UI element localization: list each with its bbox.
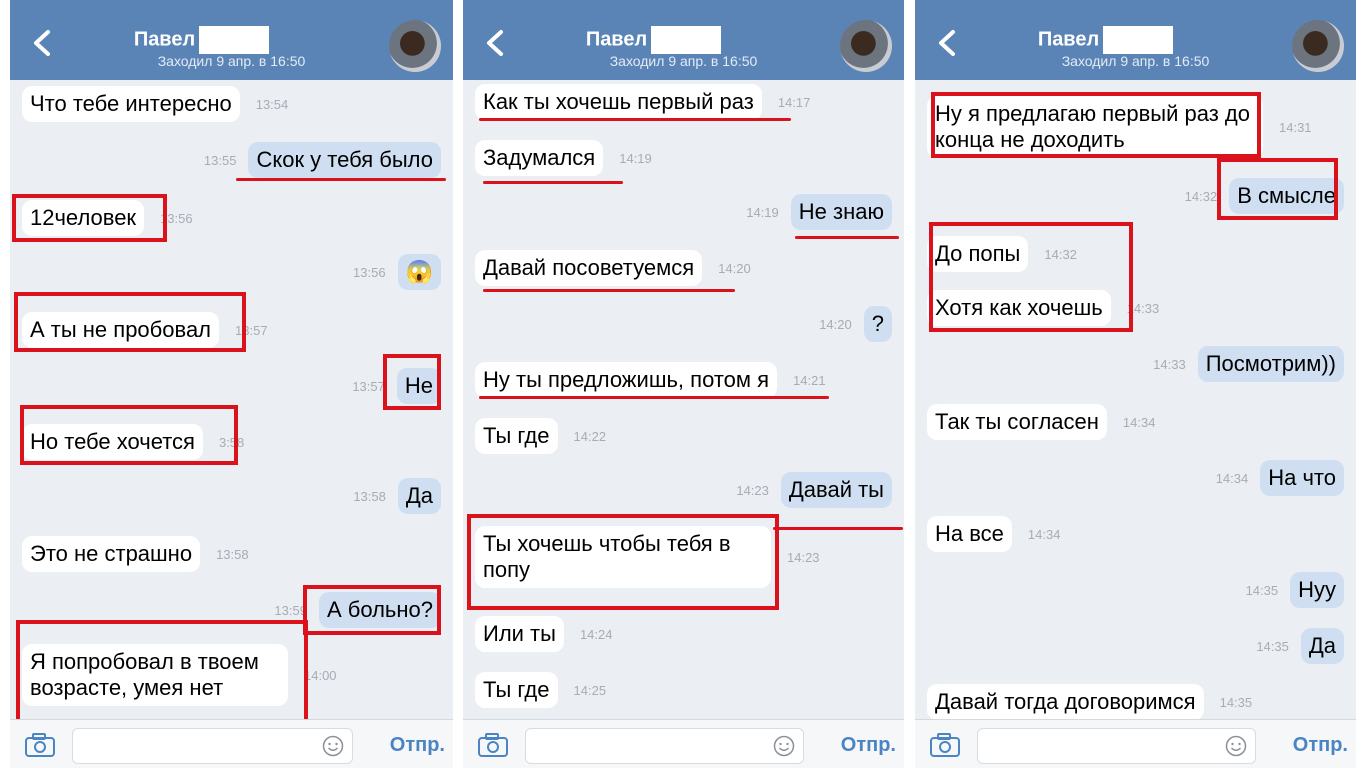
camera-icon[interactable]: [929, 732, 961, 758]
last-seen-status: Заходил 9 апр. в 16:50: [609, 53, 758, 69]
redaction-box: [1103, 26, 1174, 54]
highlight-underline: [483, 181, 623, 184]
chat-header: Павел Заходил 9 апр. в 16:50: [463, 0, 904, 80]
message-input-bar: Отпр.: [463, 719, 904, 768]
highlight-underline: [479, 396, 829, 399]
message-input[interactable]: [977, 728, 1256, 764]
highlight-underline: [236, 178, 446, 181]
message-in: Так ты согласен 14:34: [927, 404, 1155, 440]
avatar[interactable]: [389, 20, 441, 72]
last-seen-status: Заходил 9 апр. в 16:50: [157, 53, 306, 69]
highlight-underline: [479, 118, 791, 121]
message-in: Давай тогда договоримся 14:35: [927, 684, 1252, 720]
message-out: 14:35 Нуу: [1246, 572, 1344, 608]
message-input-bar: Отпр.: [10, 719, 453, 768]
highlight-box: [1217, 158, 1338, 220]
highlight-box: [16, 620, 308, 724]
highlight-underline: [795, 236, 899, 239]
message-in: Как ты хочешь первый раз 14:17: [475, 84, 810, 120]
contact-name[interactable]: Павел: [915, 26, 1356, 54]
contact-name[interactable]: Павел: [10, 26, 453, 54]
highlight-box: [303, 585, 441, 635]
camera-icon[interactable]: [24, 732, 56, 758]
message-out: 14:34 На что: [1216, 460, 1344, 496]
message-in: Ты где 14:22: [475, 418, 606, 454]
smile-icon[interactable]: [1225, 735, 1247, 757]
send-button[interactable]: Отпр.: [841, 734, 896, 757]
message-in: Что тебе интересно 13:54: [22, 86, 288, 122]
message-input-bar: Отпр.: [915, 719, 1356, 768]
redaction-box: [651, 26, 722, 54]
highlight-box: [931, 92, 1261, 158]
chat-header: Павел Заходил 9 апр. в 16:50: [915, 0, 1356, 80]
highlight-box: [929, 222, 1133, 332]
message-in: Задумался 14:19: [475, 140, 652, 176]
chat-screen-3: Павел Заходил 9 апр. в 16:50 Ну я предла…: [915, 0, 1356, 768]
avatar[interactable]: [1292, 20, 1344, 72]
message-in: Ну ты предложишь, потом я 14:21: [475, 362, 826, 398]
highlight-box: [12, 194, 167, 242]
send-button[interactable]: Отпр.: [390, 734, 445, 757]
highlight-underline: [773, 527, 903, 530]
smile-icon[interactable]: [773, 735, 795, 757]
message-out: 14:33 Посмотрим)): [1153, 346, 1344, 382]
chat-screen-2: Павел Заходил 9 апр. в 16:50 Как ты хоче…: [463, 0, 904, 768]
redaction-box: [199, 26, 270, 54]
message-input[interactable]: [525, 728, 804, 764]
message-out: 14:23 Давай ты: [736, 472, 892, 508]
message-in: Давай посоветуемся 14:20: [475, 250, 751, 286]
message-out: 13:55 Скок у тебя было: [204, 142, 441, 178]
send-button[interactable]: Отпр.: [1293, 734, 1348, 757]
camera-icon[interactable]: [477, 732, 509, 758]
message-out: 14:35 Да: [1256, 628, 1344, 664]
message-in: На все 14:34: [927, 516, 1060, 552]
message-out: 14:19 Не знаю: [746, 194, 892, 230]
highlight-box: [467, 514, 779, 610]
chat-screen-1: Павел Заходил 9 апр. в 16:50 Что тебе ин…: [10, 0, 453, 768]
message-in: Ты где 14:25: [475, 672, 606, 708]
message-in: Или ты 14:24: [475, 616, 613, 652]
last-seen-status: Заходил 9 апр. в 16:50: [1061, 53, 1210, 69]
avatar[interactable]: [840, 20, 892, 72]
scream-emoji: 😱: [397, 254, 441, 290]
smile-icon[interactable]: [322, 735, 344, 757]
message-in: Это не страшно 13:58: [22, 536, 249, 572]
message-out: 13:56 😱: [353, 254, 441, 290]
highlight-box: [383, 354, 441, 410]
contact-name[interactable]: Павел: [463, 26, 904, 54]
message-input[interactable]: [72, 728, 353, 764]
chat-header: Павел Заходил 9 апр. в 16:50: [10, 0, 453, 80]
message-out: 14:20?: [819, 306, 892, 342]
message-out: 13:58 Да: [353, 478, 441, 514]
highlight-box: [14, 292, 246, 352]
highlight-box: [20, 405, 238, 465]
highlight-underline: [483, 289, 735, 292]
